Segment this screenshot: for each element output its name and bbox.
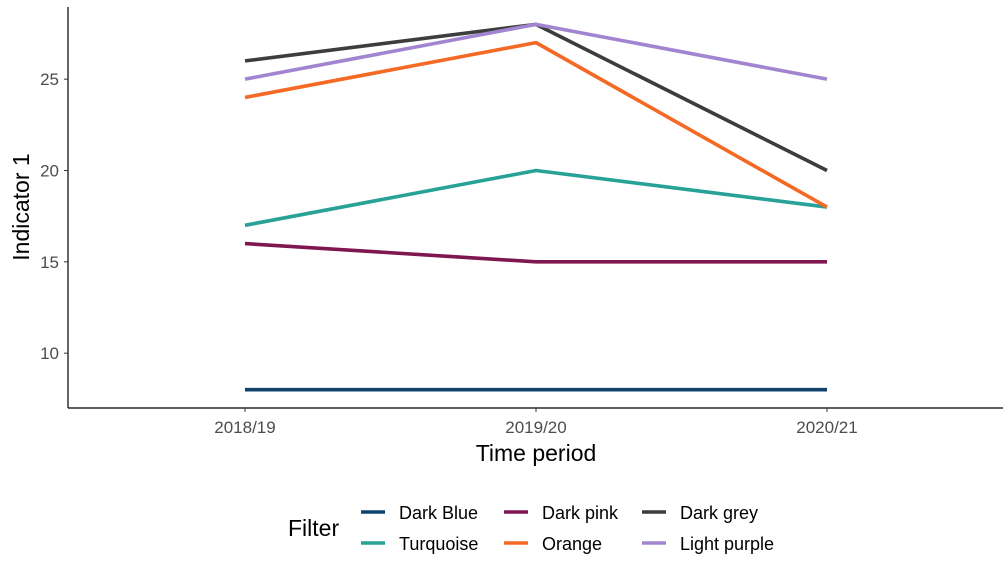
y-tick-label: 15 (40, 253, 59, 272)
series-line-dark-grey (244, 22, 828, 173)
legend-label: Turquoise (399, 534, 478, 554)
x-tick-label: 2020/21 (796, 418, 857, 437)
x-axis-title: Time period (476, 440, 597, 466)
legend-item-dark-blue: Dark Blue (361, 503, 478, 523)
series-lines (244, 22, 828, 392)
y-axis-title: Indicator 1 (8, 153, 34, 260)
x-tick-label: 2018/19 (214, 418, 275, 437)
legend-item-orange: Orange (504, 534, 602, 554)
legend-item-dark-pink: Dark pink (504, 503, 619, 523)
legend: Filter Dark Blue Turquoise Dark pink Orange… (288, 503, 774, 554)
y-ticks: 10 15 20 25 (40, 70, 68, 363)
line-chart: 10 15 20 25 2018/19 2019/20 2020/21 Time peri… (8, 7, 1003, 554)
legend-item-light-purple: Light purple (642, 534, 774, 554)
y-tick-label: 10 (40, 344, 59, 363)
series-line-turquoise (244, 168, 828, 228)
legend-label: Light purple (680, 534, 774, 554)
legend-label: Orange (542, 534, 602, 554)
legend-item-dark-grey: Dark grey (642, 503, 758, 523)
x-tick-label: 2019/20 (505, 418, 566, 437)
legend-title: Filter (288, 515, 339, 541)
x-ticks: 2018/19 2019/20 2020/21 (214, 408, 858, 437)
legend-item-turquoise: Turquoise (361, 534, 478, 554)
series-line-dark-pink (244, 241, 827, 264)
legend-label: Dark grey (680, 503, 758, 523)
y-tick-label: 25 (40, 70, 59, 89)
legend-label: Dark Blue (399, 503, 478, 523)
series-line-light-purple (244, 22, 828, 81)
y-tick-label: 20 (40, 162, 59, 181)
legend-label: Dark pink (542, 503, 619, 523)
